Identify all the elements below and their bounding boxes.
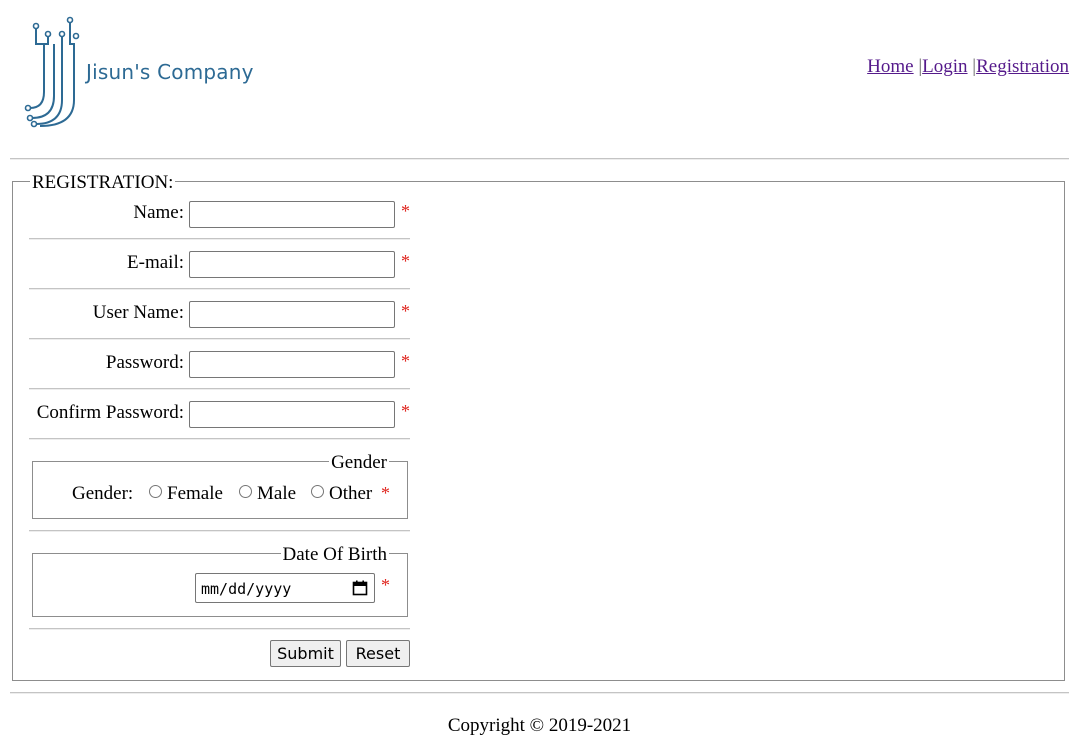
required-mark: * [401,301,410,321]
email-input[interactable] [189,251,395,278]
nav-home-link[interactable]: Home [867,56,913,77]
password-input[interactable] [189,351,395,378]
dob-placeholder: mm/dd/yyyy [201,580,292,598]
confirm-password-label: Confirm Password: [36,402,184,423]
calendar-icon[interactable] [352,580,368,596]
username-label: User Name: [92,302,184,323]
gender-label: Gender: [72,483,134,504]
gender-other-radio[interactable] [311,485,324,498]
required-mark: * [401,351,410,371]
required-mark: * [401,401,410,421]
dob-legend: Date Of Birth [280,544,389,566]
nav-separator: | [967,56,977,77]
copyright-text: Copyright © 2019-2021 [447,715,632,736]
confirm-password-input[interactable] [189,401,395,428]
username-input[interactable] [189,301,395,328]
gender-male-label: Male [257,483,297,504]
gender-other-label: Other [329,483,373,504]
field-divider [29,438,410,440]
nav-login-link[interactable]: Login [922,56,967,77]
header-divider [10,158,1069,160]
nav-separator: | [913,56,923,77]
name-input[interactable] [189,201,395,228]
gender-female-radio[interactable] [149,485,162,498]
gender-male-radio[interactable] [239,485,252,498]
required-mark: * [401,201,410,221]
submit-button[interactable]: Submit [270,640,341,667]
field-divider [29,628,410,630]
reset-button[interactable]: Reset [346,640,410,667]
field-divider [29,238,410,240]
field-divider [29,288,410,290]
password-label: Password: [105,352,184,373]
field-divider [29,530,410,532]
top-nav: Home |Login |Registration [867,56,1069,78]
gender-female-label: Female [167,483,223,504]
brand-name: Jisun's Company [86,60,254,84]
field-divider [29,388,410,390]
field-divider [29,338,410,340]
registration-legend: REGISTRATION: [30,172,176,194]
nav-registration-link[interactable]: Registration [976,56,1069,77]
required-mark: * [381,575,390,595]
required-mark: * [381,483,390,503]
required-mark: * [401,251,410,271]
page: Jisun's Company Home |Login |Registratio… [0,0,1079,754]
dob-date-input[interactable]: mm/dd/yyyy [195,573,375,603]
gender-legend: Gender [329,452,389,474]
name-label: Name: [133,202,184,223]
email-label: E-mail: [127,252,184,273]
footer-divider [10,692,1069,694]
